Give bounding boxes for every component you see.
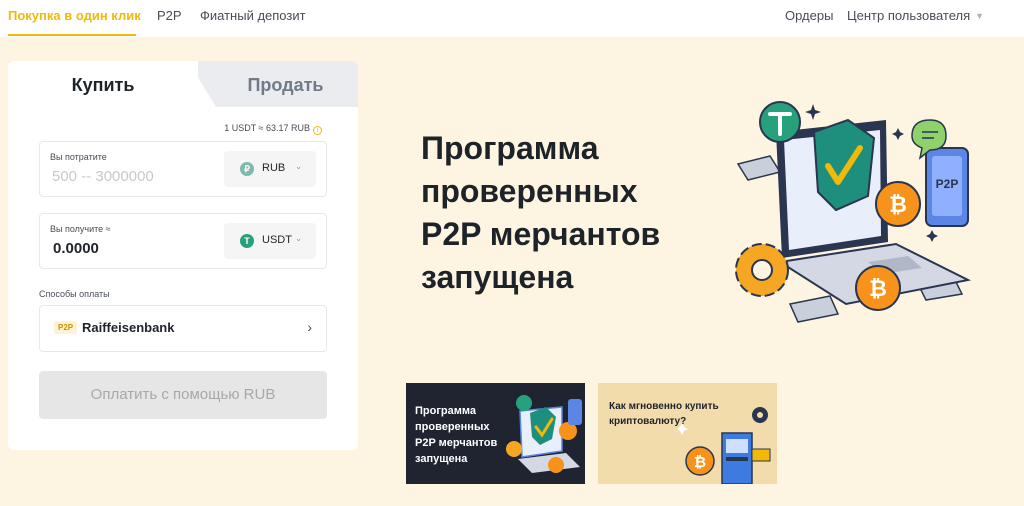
spend-amount-input[interactable] [52,168,212,185]
hero-title-line: запущена [421,259,574,295]
banner-1-text: Программа проверенных P2P мерчантов запу… [415,403,515,467]
svg-text:P2P: P2P [936,177,959,191]
banner-1-line: Программа [415,405,477,417]
banner-1-illustration [506,395,582,473]
rub-coin-icon: ₽ [240,162,254,176]
svg-text:₿: ₿ [889,192,907,217]
usdt-coin-icon: T [240,234,254,248]
spend-currency-label: RUB [262,162,286,174]
nav-active-indicator [8,34,136,36]
spend-currency-select[interactable]: ₽ RUB ⌄ [224,151,316,187]
nav-user-center[interactable]: Центр пользователя ▼ [847,8,984,23]
phone-icon: P2P [925,147,969,227]
info-icon[interactable]: i [313,126,322,135]
tether-coin-icon [759,101,801,143]
hero-title-line: P2P мерчантов [421,216,661,252]
nav-p2p[interactable]: P2P [157,8,182,23]
banner-1-line: проверенных [415,421,490,433]
tab-sell[interactable]: Продать [213,61,358,107]
shield-check-icon [812,118,876,212]
trade-card: Купить Продать 1 USDT ≈ 63.17 RUB i Вы по… [8,61,358,450]
gear-icon [735,243,789,297]
banner-2-illustration: ₿ [678,407,771,484]
tab-buy[interactable]: Купить [8,61,198,107]
hero-title: Программа проверенных P2P мерчантов запу… [421,127,721,299]
nav-orders[interactable]: Ордеры [785,8,833,23]
svg-text:₿: ₿ [694,454,706,471]
payment-method-name: Raiffeisenbank [82,320,175,335]
banner-how-to-buy-crypto[interactable]: Как мгновенно купить криптовалюту? ₿ [598,383,777,484]
hero-title-line: Программа [421,130,599,166]
pay-button[interactable]: Оплатить с помощью RUB [39,371,327,419]
banner-p2p-merchants[interactable]: Программа проверенных P2P мерчантов запу… [406,383,585,484]
chevron-right-icon: › [307,319,312,335]
receive-field: Вы получите ≈ 0.0000 T USDT ⌄ [39,213,327,269]
chevron-down-icon: ⌄ [295,162,302,171]
exchange-rate: 1 USDT ≈ 63.17 RUB i [224,123,322,135]
hero-title-line: проверенных [421,173,638,209]
exchange-rate-text: 1 USDT ≈ 63.17 RUB [224,123,310,133]
receive-amount: 0.0000 [53,240,99,257]
payment-method-select[interactable]: P2P Raiffeisenbank › [39,305,327,352]
chevron-down-icon: ⌄ [295,234,302,243]
receive-currency-select[interactable]: T USDT ⌄ [224,223,316,259]
banner-1-line: P2P мерчантов [415,437,498,449]
tile-left-icon [736,155,782,181]
nav-fiat-deposit[interactable]: Фиатный депозит [200,8,306,23]
hero-illustration: P2P ₿ ₿ [735,101,972,323]
banner-1-line: запущена [415,453,468,465]
chevron-down-icon: ▼ [975,11,985,21]
spend-field: Вы потратите ₽ RUB ⌄ [39,141,327,197]
tile-bottom-left-icon [788,295,840,323]
payment-methods-label: Способы оплаты [39,289,110,299]
bitcoin-coin-icon: ₿ [855,265,901,311]
p2p-badge: P2P [54,321,78,334]
nav-one-click-buy[interactable]: Покупка в один клик [8,8,141,23]
top-nav: Покупка в один клик P2P Фиатный депозит … [0,0,1024,37]
bitcoin-coin-icon: ₿ [875,181,921,227]
receive-currency-label: USDT [262,234,292,246]
receive-label: Вы получите ≈ [50,224,111,234]
nav-user-center-label: Центр пользователя [847,8,971,23]
svg-text:₿: ₿ [869,276,887,301]
spend-label: Вы потратите [50,152,107,162]
